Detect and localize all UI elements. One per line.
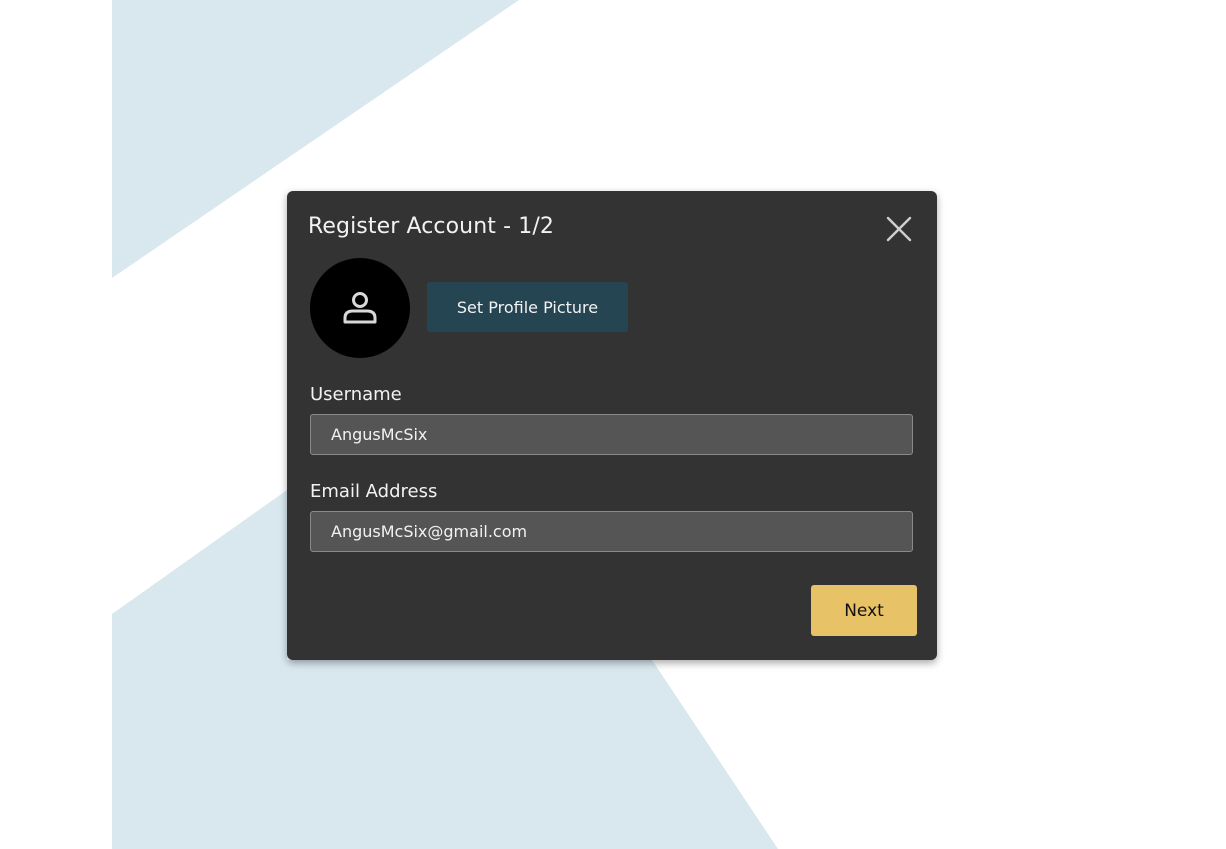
dialog-title: Register Account - 1/2: [308, 214, 554, 239]
email-label: Email Address: [310, 481, 438, 502]
avatar: [310, 258, 410, 358]
user-icon: [343, 292, 377, 324]
next-button[interactable]: Next: [811, 585, 917, 636]
username-label: Username: [310, 384, 402, 405]
page-background: Register Account - 1/2 Set Profile Pictu…: [0, 0, 1226, 849]
close-icon: [886, 216, 912, 242]
email-input[interactable]: [310, 511, 913, 552]
register-dialog: Register Account - 1/2 Set Profile Pictu…: [287, 191, 937, 660]
username-input[interactable]: [310, 414, 913, 455]
set-profile-picture-button[interactable]: Set Profile Picture: [427, 282, 628, 332]
close-button[interactable]: [883, 213, 915, 245]
